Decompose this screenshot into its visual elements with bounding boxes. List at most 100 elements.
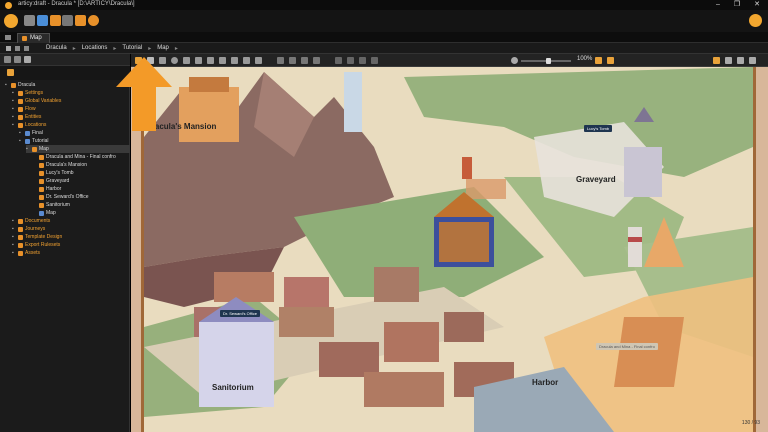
expand-toggle-icon[interactable]: ▪ <box>12 233 17 241</box>
tree-item[interactable]: Harbor <box>33 185 61 193</box>
tree-item[interactable]: ▪ Template Design <box>12 233 62 241</box>
maximize-button[interactable]: ❐ <box>734 0 740 10</box>
expand-toggle-icon[interactable]: ▪ <box>5 81 10 89</box>
lock-icon[interactable] <box>359 57 366 64</box>
spot-tool-icon[interactable] <box>147 57 154 64</box>
polygon-tool-icon[interactable] <box>183 57 190 64</box>
user-icon[interactable] <box>749 14 762 27</box>
image-tool-icon[interactable] <box>231 57 238 64</box>
minimize-button[interactable]: – <box>716 0 720 10</box>
tree-item[interactable]: ▪ Settings <box>12 89 43 97</box>
tree-item[interactable]: ▪ Dracula <box>5 81 35 89</box>
unlock-icon[interactable] <box>371 57 378 64</box>
tree-item-icon <box>11 82 16 88</box>
tree-item-icon <box>18 234 23 240</box>
zoom-slider-knob[interactable] <box>545 58 551 64</box>
tree-item[interactable]: ▪ Export Rulesets <box>12 241 60 249</box>
pin-lucys-tomb[interactable]: Lucy's Tomb <box>584 125 613 132</box>
tree-item-icon <box>39 210 44 216</box>
link-tool-icon[interactable] <box>207 57 214 64</box>
navigator-filter-bar <box>0 66 130 80</box>
text-tool-icon[interactable] <box>219 57 226 64</box>
tree-item[interactable]: ▪ Journeys <box>12 225 45 233</box>
expand-toggle-icon[interactable]: ▪ <box>12 113 17 121</box>
app-menu-icon[interactable] <box>4 14 18 28</box>
map-canvas[interactable]: Dracula's Mansion Graveyard Sanitorium H… <box>131 67 768 432</box>
align-right-icon[interactable] <box>301 57 308 64</box>
search-icon[interactable] <box>14 56 21 63</box>
layout-tiles-icon[interactable] <box>749 57 756 64</box>
breadcrumb-locations[interactable]: Locations <box>82 45 108 52</box>
breadcrumb-tutorial[interactable]: Tutorial <box>122 45 142 52</box>
redo-icon[interactable] <box>62 15 73 26</box>
pointer-tool-icon[interactable] <box>135 57 142 64</box>
tree-item[interactable]: ▪ Locations <box>12 121 46 129</box>
tree-item[interactable]: Dracula's Mansion <box>33 161 87 169</box>
presentation-icon[interactable] <box>75 15 86 26</box>
tree-item[interactable]: ▪ Global Variables <box>12 97 61 105</box>
distribute-icon[interactable] <box>313 57 320 64</box>
tab-menu-icon[interactable] <box>5 35 11 40</box>
filter-icon[interactable] <box>4 56 11 63</box>
close-button[interactable]: ✕ <box>754 0 760 10</box>
tree-item[interactable]: Dr. Seward's Office <box>33 193 89 201</box>
home-icon[interactable] <box>6 46 11 51</box>
tree-item[interactable]: ▪ Entities <box>12 113 41 121</box>
anchor-tool-icon[interactable] <box>243 57 250 64</box>
layout-grid-icon[interactable] <box>725 57 732 64</box>
tree-item-icon <box>18 122 23 128</box>
expand-toggle-icon[interactable]: ▪ <box>19 129 24 137</box>
undo-icon[interactable] <box>50 15 61 26</box>
align-left-icon[interactable] <box>277 57 284 64</box>
tree-item[interactable]: ▪ Map <box>26 145 130 153</box>
expand-toggle-icon[interactable]: ▪ <box>12 97 17 105</box>
tree-item[interactable]: Dracula and Mina - Final confro <box>33 153 116 161</box>
bring-front-icon[interactable] <box>335 57 342 64</box>
expand-toggle-icon[interactable]: ▪ <box>19 137 24 145</box>
navigation-icon[interactable] <box>24 15 35 26</box>
collapse-icon[interactable] <box>24 56 31 63</box>
fit-view-icon[interactable] <box>595 57 602 64</box>
pan-icon[interactable] <box>607 57 614 64</box>
expand-toggle-icon[interactable]: ▪ <box>12 89 17 97</box>
title-bar: articy:draft - Dracula * [D:\ARTICY\Drac… <box>0 0 768 10</box>
rectangle-tool-icon[interactable] <box>159 57 166 64</box>
path-tool-icon[interactable] <box>195 57 202 64</box>
tree-item[interactable]: ▪ Flow <box>12 105 36 113</box>
zoom-slider[interactable] <box>521 58 571 64</box>
back-icon[interactable] <box>15 46 20 51</box>
layout-list-icon[interactable] <box>737 57 744 64</box>
tab-map[interactable]: Map <box>17 33 50 43</box>
zoom-icon[interactable] <box>511 57 518 64</box>
tree-item[interactable]: ▪ Assets <box>12 249 40 257</box>
help-icon[interactable] <box>88 15 99 26</box>
pin-final-confrontation[interactable]: Dracula and Mina - Final confro <box>596 343 658 350</box>
expand-toggle-icon[interactable]: ▪ <box>12 225 17 233</box>
circle-tool-icon[interactable] <box>171 57 178 64</box>
align-center-icon[interactable] <box>289 57 296 64</box>
folder-icon[interactable] <box>7 69 14 76</box>
pin-seward-office[interactable]: Dr. Seward's Office <box>220 310 261 317</box>
expand-toggle-icon[interactable]: ▪ <box>26 145 31 153</box>
expand-toggle-icon[interactable]: ▪ <box>12 217 17 225</box>
layout-single-icon[interactable] <box>713 57 720 64</box>
expand-toggle-icon[interactable]: ▪ <box>12 241 17 249</box>
expand-toggle-icon[interactable]: ▪ <box>12 249 17 257</box>
tree-item[interactable]: ▪ Documents <box>12 217 50 225</box>
save-icon[interactable] <box>37 15 48 26</box>
layer-tool-icon[interactable] <box>255 57 262 64</box>
expand-toggle-icon[interactable]: ▪ <box>12 105 17 113</box>
tree-item-icon <box>18 90 23 96</box>
forward-icon[interactable] <box>24 46 29 51</box>
breadcrumb-map[interactable]: Map <box>157 45 169 52</box>
tree-item[interactable]: Sanitorium <box>33 201 70 209</box>
send-back-icon[interactable] <box>347 57 354 64</box>
tree-item[interactable]: Lucy's Tomb <box>33 169 74 177</box>
tree-item[interactable]: Graveyard <box>33 177 69 185</box>
breadcrumb-dracula[interactable]: Dracula <box>46 45 67 52</box>
tree-item[interactable]: ▪ Tutorial <box>19 137 49 145</box>
tree-item[interactable]: Map <box>33 209 56 217</box>
tree-item[interactable]: ▪ Final <box>19 129 43 137</box>
expand-toggle-icon[interactable]: ▪ <box>12 121 17 129</box>
tree-item-icon <box>32 146 37 152</box>
